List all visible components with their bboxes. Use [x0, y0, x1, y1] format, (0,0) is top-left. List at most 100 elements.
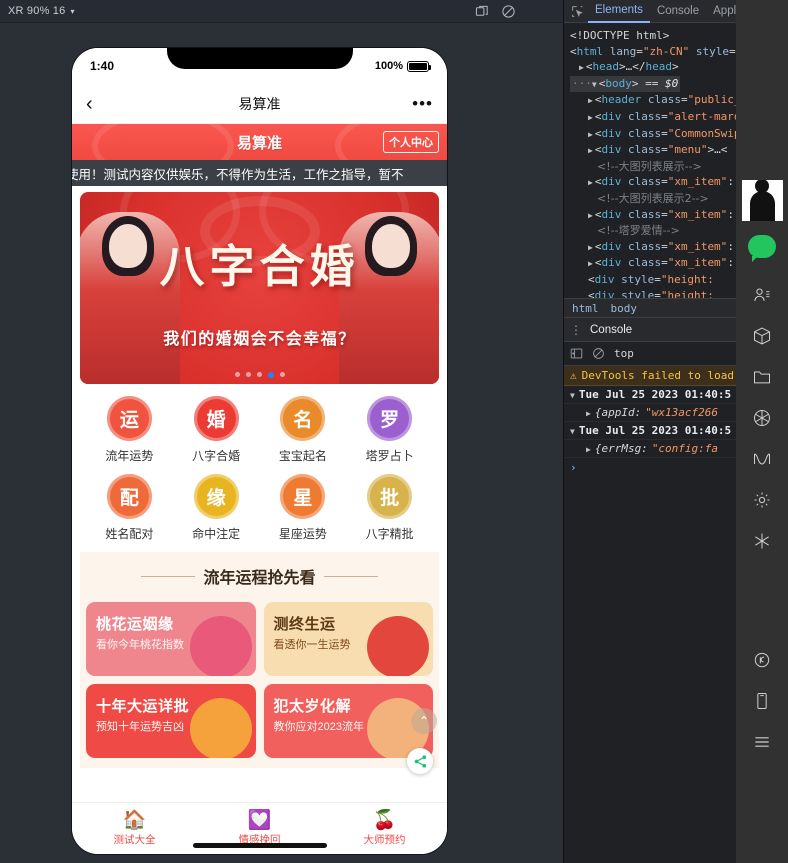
menu-item-label: 姓名配对: [105, 527, 154, 541]
home-indicator: [192, 843, 327, 848]
contacts-icon[interactable]: [736, 274, 788, 315]
banner-title: 八字合婚: [159, 240, 360, 293]
menu-grid: 运流年运势婚八字合婚名宝宝起名罗塔罗占卜配姓名配对缘命中注定星星座运势批八字精批: [80, 384, 439, 552]
tab-1[interactable]: 💟 情感挽回: [197, 811, 322, 847]
swiper-dot[interactable]: [234, 372, 240, 377]
promo-card-3[interactable]: 犯太岁化解 教你应对2023流年: [263, 684, 433, 758]
menu-item-1[interactable]: 婚八字合婚: [173, 396, 260, 464]
menu-item-label: 宝宝起名: [278, 449, 327, 463]
device-icon[interactable]: [736, 680, 788, 721]
chevron-down-icon[interactable]: ▾: [70, 7, 74, 16]
menu-icon[interactable]: [736, 721, 788, 762]
scroll-to-top-button[interactable]: ⌃: [411, 708, 437, 734]
tab-2[interactable]: 🍒 大师预约: [322, 811, 447, 847]
promo-desc: 看透你一生运势: [273, 639, 351, 651]
console-context-selector[interactable]: top: [614, 347, 634, 360]
menu-item-icon: 批: [367, 474, 413, 519]
screen-root: XR 90% 16 ▾ 1:40 100% ‹ 易算准 ••• 易算准 个人中心…: [0, 0, 788, 863]
phone-simulator: 1:40 100% ‹ 易算准 ••• 易算准 个人中心 使用！测试内容仅供娱乐…: [72, 48, 447, 854]
device-selector-label[interactable]: XR 90% 16: [8, 5, 65, 17]
swiper-dot[interactable]: [279, 372, 285, 377]
heart-icon: 💟: [247, 809, 272, 831]
promo-artwork: [189, 698, 252, 758]
promo-desc: 预知十年运势吉凶: [96, 721, 184, 733]
compass-icon[interactable]: [736, 639, 788, 680]
simulator-toolbar: XR 90% 16 ▾: [0, 0, 563, 23]
cube-icon[interactable]: [736, 315, 788, 356]
menu-item-icon: 运: [106, 396, 152, 441]
app-header: 易算准 个人中心: [72, 124, 447, 160]
drawer-menu-icon[interactable]: ⋮: [570, 323, 582, 337]
tab-0[interactable]: 🏠 测试大全: [72, 811, 197, 847]
tab-elements[interactable]: Elements: [588, 0, 650, 23]
clear-console-icon[interactable]: [592, 347, 605, 360]
menu-item-icon: 星: [280, 474, 326, 519]
promo-card-1[interactable]: 测终生运 看透你一生运势: [263, 602, 433, 676]
wechat-bubble-icon[interactable]: [736, 233, 788, 274]
swiper-dot[interactable]: [267, 372, 274, 378]
beads-icon: 🍒: [372, 809, 397, 831]
menu-item-icon: 名: [280, 396, 326, 441]
more-options-icon[interactable]: •••: [412, 94, 433, 114]
nav-bar: ‹ 易算准 •••: [72, 84, 447, 124]
star-icon[interactable]: [736, 520, 788, 561]
status-right: 100%: [374, 60, 431, 72]
menu-item-label: 塔罗占卜: [365, 449, 414, 463]
promo-card-2[interactable]: 十年大运详批 预知十年运势吉凶: [86, 684, 256, 758]
share-icon[interactable]: [407, 748, 433, 774]
promo-desc: 看你今年桃花指数: [96, 639, 184, 651]
tab-label: 大师预约: [363, 833, 406, 846]
menu-item-icon: 婚: [193, 396, 239, 441]
section-title-text: 流年运程抢先看: [203, 570, 316, 587]
menu-item-7[interactable]: 批八字精批: [346, 474, 433, 542]
aperture-icon[interactable]: [736, 397, 788, 438]
app-header-title: 易算准: [236, 134, 282, 152]
swiper-dot[interactable]: [245, 372, 251, 377]
section-strip: 流年运程抢先看: [80, 552, 439, 596]
drawer-tab-console[interactable]: Console: [590, 324, 632, 336]
promo-card-grid: 桃花运姻缘 看你今年桃花指数 测终生运 看透你一生运势 十年大运详批 预知十年运势吉凶 犯太…: [80, 596, 439, 768]
inspect-element-icon[interactable]: [566, 0, 588, 23]
menu-item-6[interactable]: 星星座运势: [260, 474, 347, 542]
settings-icon[interactable]: [736, 479, 788, 520]
breadcrumb-html[interactable]: html: [572, 302, 599, 315]
breadcrumb-body[interactable]: body: [611, 302, 638, 315]
menu-item-label: 八字合婚: [192, 449, 241, 463]
menu-item-label: 八字精批: [365, 527, 414, 541]
menu-item-5[interactable]: 缘命中注定: [173, 474, 260, 542]
status-time: 1:40: [90, 59, 115, 73]
wave-icon[interactable]: [736, 438, 788, 479]
menu-item-2[interactable]: 名宝宝起名: [260, 396, 347, 464]
battery-icon: [407, 60, 431, 72]
alert-marquee: 使用！测试内容仅供娱乐，不得作为生活，工作之指导，暂不: [72, 160, 447, 186]
swiper-dot[interactable]: [256, 372, 262, 377]
menu-item-4[interactable]: 配姓名配对: [86, 474, 173, 542]
battery-percent: 100%: [374, 60, 403, 72]
avatar-icon[interactable]: [741, 180, 783, 221]
menu-item-label: 星座运势: [278, 527, 327, 541]
banner-swiper[interactable]: 八字合婚 我们的婚姻会不会幸福？: [80, 192, 439, 384]
menu-item-label: 流年运势: [105, 449, 154, 463]
warning-icon: ⚠: [570, 369, 577, 382]
swiper-dots[interactable]: [80, 372, 439, 378]
promo-card-0[interactable]: 桃花运姻缘 看你今年桃花指数: [86, 602, 256, 676]
console-sidebar-icon[interactable]: [570, 347, 583, 360]
marquee-text: 使用！测试内容仅供娱乐，不得作为生活，工作之指导，暂不: [72, 167, 404, 182]
banner-subtitle: 我们的婚姻会不会幸福？: [163, 331, 356, 348]
section-title: 流年运程抢先看: [80, 564, 439, 588]
tab-console[interactable]: Console: [650, 0, 706, 23]
simulator-pane: XR 90% 16 ▾ 1:40 100% ‹ 易算准 ••• 易算准 个人中心…: [0, 0, 563, 863]
user-center-button[interactable]: 个人中心: [383, 131, 439, 153]
home-icon: 🏠: [122, 809, 147, 831]
menu-item-3[interactable]: 罗塔罗占卜: [346, 396, 433, 464]
copy-window-icon[interactable]: [469, 1, 495, 21]
page-title: 易算准: [238, 95, 281, 112]
divider-left: [141, 575, 196, 577]
folder-icon[interactable]: [736, 356, 788, 397]
warning-text: DevTools failed to load: [581, 369, 734, 382]
promo-desc: 教你应对2023流年: [273, 721, 364, 733]
menu-item-icon: 罗: [367, 396, 413, 441]
no-entry-icon[interactable]: [495, 1, 521, 21]
menu-item-label: 命中注定: [192, 527, 241, 541]
menu-item-0[interactable]: 运流年运势: [86, 396, 173, 464]
